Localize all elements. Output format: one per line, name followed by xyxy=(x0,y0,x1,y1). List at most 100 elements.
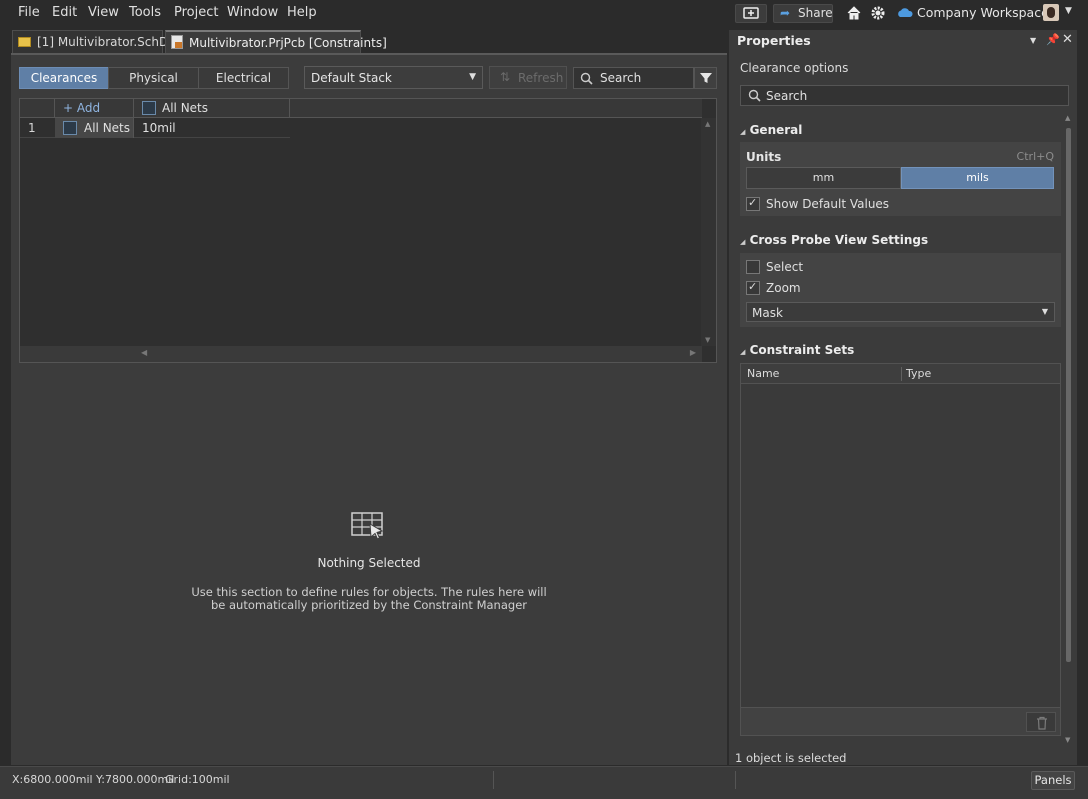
menu-edit[interactable]: Edit xyxy=(52,5,77,20)
cursor-coordinates: X:6800.000mil Y:7800.000mil xyxy=(12,773,175,786)
show-default-values-checkbox[interactable] xyxy=(746,196,760,211)
filter-button[interactable] xyxy=(694,67,717,89)
refresh-button[interactable]: ⇅ Refresh xyxy=(489,66,567,89)
column-type-header[interactable]: Type xyxy=(906,367,931,380)
collapse-triangle-icon: ◢ xyxy=(740,238,746,246)
mode-clearances[interactable]: Clearances xyxy=(19,67,109,89)
menu-file[interactable]: File xyxy=(18,5,40,20)
mode-physical[interactable]: Physical xyxy=(108,67,199,89)
collapse-triangle-icon: ◢ xyxy=(740,348,746,356)
unit-mils-label: mils xyxy=(966,171,989,184)
workspace-label: Company Workspace xyxy=(917,5,1049,20)
feedback-button[interactable] xyxy=(735,4,767,23)
tab-constraints-label: Multivibrator.PrjPcb [Constraints] xyxy=(189,36,387,50)
home-button[interactable] xyxy=(844,4,864,22)
grid-corner xyxy=(20,99,55,118)
zoom-checkbox[interactable] xyxy=(746,280,760,295)
search-placeholder: Search xyxy=(600,71,642,85)
user-menu-chevron-down-icon[interactable]: ▼ xyxy=(1065,6,1072,16)
menu-project[interactable]: Project xyxy=(174,5,218,20)
add-label: + Add xyxy=(63,101,101,115)
settings-button[interactable] xyxy=(868,4,888,22)
unit-mils-button[interactable]: mils xyxy=(901,167,1054,189)
scroll-right-icon: ▶ xyxy=(689,348,696,357)
scroll-thumb[interactable] xyxy=(1066,128,1071,662)
row-net-cell[interactable]: All Nets xyxy=(55,118,134,138)
section-constraint-sets-header[interactable]: ◢ Constraint Sets xyxy=(740,343,854,357)
vertical-scrollbar[interactable]: ▲ ▼ xyxy=(701,118,716,346)
empty-state-description-line2: be automatically prioritized by the Cons… xyxy=(210,598,527,612)
row-net-label: All Nets xyxy=(84,121,131,135)
tab-constraints[interactable]: Multivibrator.PrjPcb [Constraints] xyxy=(165,30,387,53)
constraint-sets-table: Name Type xyxy=(740,363,1061,736)
column-header-all-nets[interactable]: All Nets xyxy=(134,99,290,118)
status-divider xyxy=(735,771,736,789)
section-cross-probe-title: Cross Probe View Settings xyxy=(749,233,929,247)
delete-button[interactable] xyxy=(1026,712,1056,732)
rules-grid: + Add All Nets 1 All Nets 10mil ▲ ▼ ◀ ▶ xyxy=(19,98,717,363)
scroll-down-icon: ▼ xyxy=(705,336,711,344)
properties-search-input[interactable]: Search xyxy=(740,85,1069,106)
properties-search-placeholder: Search xyxy=(766,89,808,103)
menu-tools[interactable]: Tools xyxy=(129,5,161,20)
menu-bar: File Edit View Tools Project Window Help… xyxy=(0,0,1088,26)
section-general-header[interactable]: ◢ General xyxy=(740,123,802,137)
general-section: Units Ctrl+Q mm mils Show Default Values xyxy=(740,142,1061,216)
add-column-button[interactable]: + Add xyxy=(55,99,134,118)
home-icon xyxy=(847,6,861,20)
cross-probe-mode-value: Mask xyxy=(752,306,783,320)
properties-scrollbar[interactable]: ▲ ▼ xyxy=(1065,114,1073,744)
schematic-doc-icon xyxy=(18,37,31,47)
grid-header: + Add All Nets xyxy=(20,99,702,118)
pcb-project-icon xyxy=(171,35,183,49)
units-label: Units xyxy=(746,150,782,164)
pin-icon[interactable]: 📌 xyxy=(1046,33,1060,46)
select-label: Select xyxy=(766,260,804,274)
trash-icon xyxy=(1037,716,1047,730)
workspace-selector[interactable]: Company Workspace xyxy=(896,4,1049,22)
horizontal-scrollbar[interactable]: ◀ ▶ xyxy=(20,346,702,362)
panel-menu-chevron-down-icon[interactable]: ▼ xyxy=(1030,36,1036,45)
scroll-left-icon: ◀ xyxy=(141,348,148,357)
constraint-sets-header: Name Type xyxy=(741,364,1060,384)
user-avatar[interactable] xyxy=(1043,4,1059,21)
tab-schematic[interactable]: [1] Multivibrator.SchDoc xyxy=(12,30,182,53)
select-checkbox[interactable] xyxy=(746,260,760,274)
mode-electrical[interactable]: Electrical xyxy=(198,67,289,89)
collapse-triangle-icon: ◢ xyxy=(740,128,746,136)
share-icon: ➦ xyxy=(780,6,791,20)
add-comment-icon xyxy=(743,7,759,19)
panels-label: Panels xyxy=(1034,773,1072,787)
net-class-icon xyxy=(63,121,77,135)
close-icon[interactable]: ✕ xyxy=(1062,32,1073,47)
properties-panel: Properties ▼ 📌 ✕ Clearance options Searc… xyxy=(729,30,1077,765)
table-select-icon xyxy=(351,512,384,540)
section-cross-probe-header[interactable]: ◢ Cross Probe View Settings xyxy=(740,233,928,247)
column-name-header[interactable]: Name xyxy=(747,367,779,380)
layer-stack-select[interactable]: Default Stack ▼ xyxy=(304,66,483,89)
selection-status: 1 object is selected xyxy=(735,751,847,765)
table-row[interactable]: 1 All Nets 10mil xyxy=(20,118,290,138)
column-header-label: All Nets xyxy=(162,101,209,115)
panels-button[interactable]: Panels xyxy=(1031,771,1075,790)
layer-stack-value: Default Stack xyxy=(311,71,392,85)
menu-help[interactable]: Help xyxy=(287,5,317,20)
chevron-down-icon: ▼ xyxy=(469,72,476,82)
unit-mm-button[interactable]: mm xyxy=(746,167,901,189)
refresh-icon: ⇅ xyxy=(500,70,511,84)
column-divider xyxy=(901,367,902,381)
panel-title: Properties xyxy=(737,33,811,48)
empty-state-description-line1: Use this section to define rules for obj… xyxy=(191,585,547,599)
cross-probe-mode-select[interactable]: Mask ▼ xyxy=(746,302,1055,322)
constraint-manager: Clearances Physical Electrical Default S… xyxy=(11,53,727,765)
menu-window[interactable]: Window xyxy=(227,5,278,20)
filter-icon xyxy=(700,73,712,83)
search-input[interactable]: Search xyxy=(573,67,694,89)
scroll-up-icon: ▲ xyxy=(1065,114,1071,122)
menu-view[interactable]: View xyxy=(88,5,119,20)
tab-schematic-label: [1] Multivibrator.SchDoc xyxy=(37,35,183,49)
share-button[interactable]: ➦ Share xyxy=(773,4,833,23)
row-value-cell[interactable]: 10mil xyxy=(142,121,176,135)
net-class-icon xyxy=(142,101,156,115)
cross-probe-section: Select Zoom Mask ▼ xyxy=(740,253,1061,327)
